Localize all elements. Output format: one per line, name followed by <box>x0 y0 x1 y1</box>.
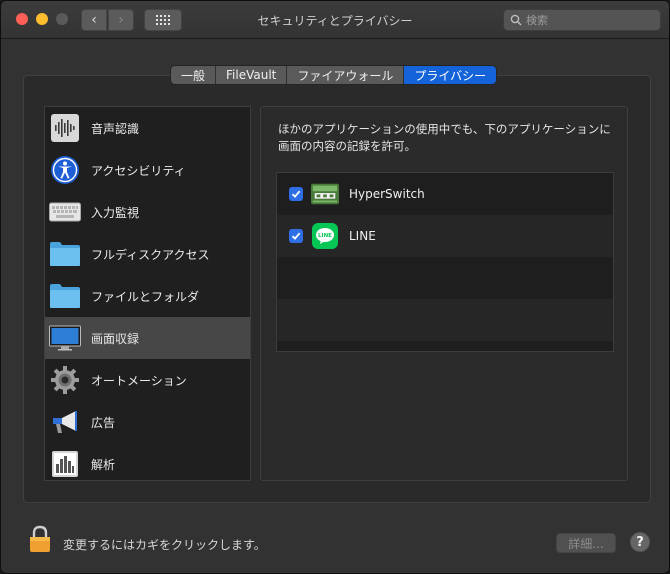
sidebar-item-files-and-folders[interactable]: ファイルとフォルダ <box>45 275 250 317</box>
sidebar-item-full-disk-access[interactable]: フルディスクアクセス <box>45 233 250 275</box>
privacy-category-list: 音声認識 アクセシビリティ 入力監視 フルディスクアクセス ファイルとフォルダ … <box>44 106 251 481</box>
line-icon: LINE <box>311 222 339 250</box>
gear-icon <box>49 364 81 396</box>
search-placeholder: 検索 <box>526 14 548 27</box>
sidebar-item-analytics[interactable]: 解析 <box>45 443 250 480</box>
app-permission-list: HyperSwitch LINE LINE <box>276 172 614 352</box>
bar-chart-icon <box>49 448 81 480</box>
checkmark-icon <box>291 232 301 240</box>
list-item[interactable]: HyperSwitch <box>277 173 613 215</box>
help-button[interactable]: ? <box>630 532 650 552</box>
sidebar-item-input-monitoring[interactable]: 入力監視 <box>45 191 250 233</box>
sidebar-item-label: 音声認識 <box>91 121 140 136</box>
sidebar-item-label: 広告 <box>91 415 116 430</box>
sidebar-item-label: 解析 <box>91 457 116 472</box>
sidebar-item-label: 入力監視 <box>91 205 140 220</box>
search-icon <box>510 14 522 26</box>
tab-general[interactable]: 一般 <box>171 66 217 84</box>
sidebar-item-label: 画面収録 <box>91 331 140 346</box>
app-name: HyperSwitch <box>349 187 425 201</box>
hyperswitch-icon <box>311 180 339 208</box>
lock-status-text: 変更するにはカギをクリックします。 <box>63 538 266 552</box>
preferences-window: ‹ › セキュリティとプライバシー 検索 一般 FileVault ファイアウォ… <box>0 0 670 574</box>
checkmark-icon <box>291 190 301 198</box>
lock-icon[interactable] <box>29 525 51 553</box>
empty-list-row <box>277 257 613 299</box>
sidebar-item-label: フルディスクアクセス <box>91 247 210 262</box>
permission-description: ほかのアプリケーションの使用中でも、下のアプリケーションに画面の内容の記録を許可… <box>278 122 611 153</box>
sidebar-item-accessibility[interactable]: アクセシビリティ <box>45 149 250 191</box>
sidebar-item-label: ファイルとフォルダ <box>91 289 200 304</box>
folder-icon <box>49 280 81 312</box>
empty-list-row <box>277 341 613 351</box>
empty-list-row <box>277 299 613 341</box>
tab-privacy[interactable]: プライバシー <box>404 66 497 84</box>
waveform-icon <box>49 112 81 144</box>
accessibility-icon <box>49 154 81 186</box>
app-checkbox[interactable] <box>289 229 303 243</box>
tab-filevault[interactable]: FileVault <box>216 66 288 84</box>
display-icon <box>49 322 81 354</box>
screen-recording-panel: ほかのアプリケーションの使用中でも、下のアプリケーションに画面の内容の記録を許可… <box>260 106 628 481</box>
megaphone-icon <box>49 406 81 438</box>
tab-firewall[interactable]: ファイアウォール <box>287 66 405 84</box>
list-item[interactable]: LINE LINE <box>277 215 613 257</box>
title-bar: ‹ › セキュリティとプライバシー 検索 <box>1 1 669 39</box>
app-checkbox[interactable] <box>289 187 303 201</box>
folder-icon <box>49 238 81 270</box>
sidebar-item-label: アクセシビリティ <box>91 163 186 178</box>
sidebar-item-screen-recording[interactable]: 画面収録 <box>45 317 250 359</box>
keyboard-icon <box>49 196 81 228</box>
sidebar-item-advertising[interactable]: 広告 <box>45 401 250 443</box>
advanced-button[interactable]: 詳細... <box>556 533 616 553</box>
search-field[interactable]: 検索 <box>503 9 661 31</box>
sidebar-item-speech-recognition[interactable]: 音声認識 <box>45 107 250 149</box>
app-name: LINE <box>349 229 376 243</box>
sidebar-item-automation[interactable]: オートメーション <box>45 359 250 401</box>
svg-text:LINE: LINE <box>318 233 332 239</box>
tab-bar: 一般 FileVault ファイアウォール プライバシー <box>170 65 498 85</box>
sidebar-item-label: オートメーション <box>91 373 187 388</box>
